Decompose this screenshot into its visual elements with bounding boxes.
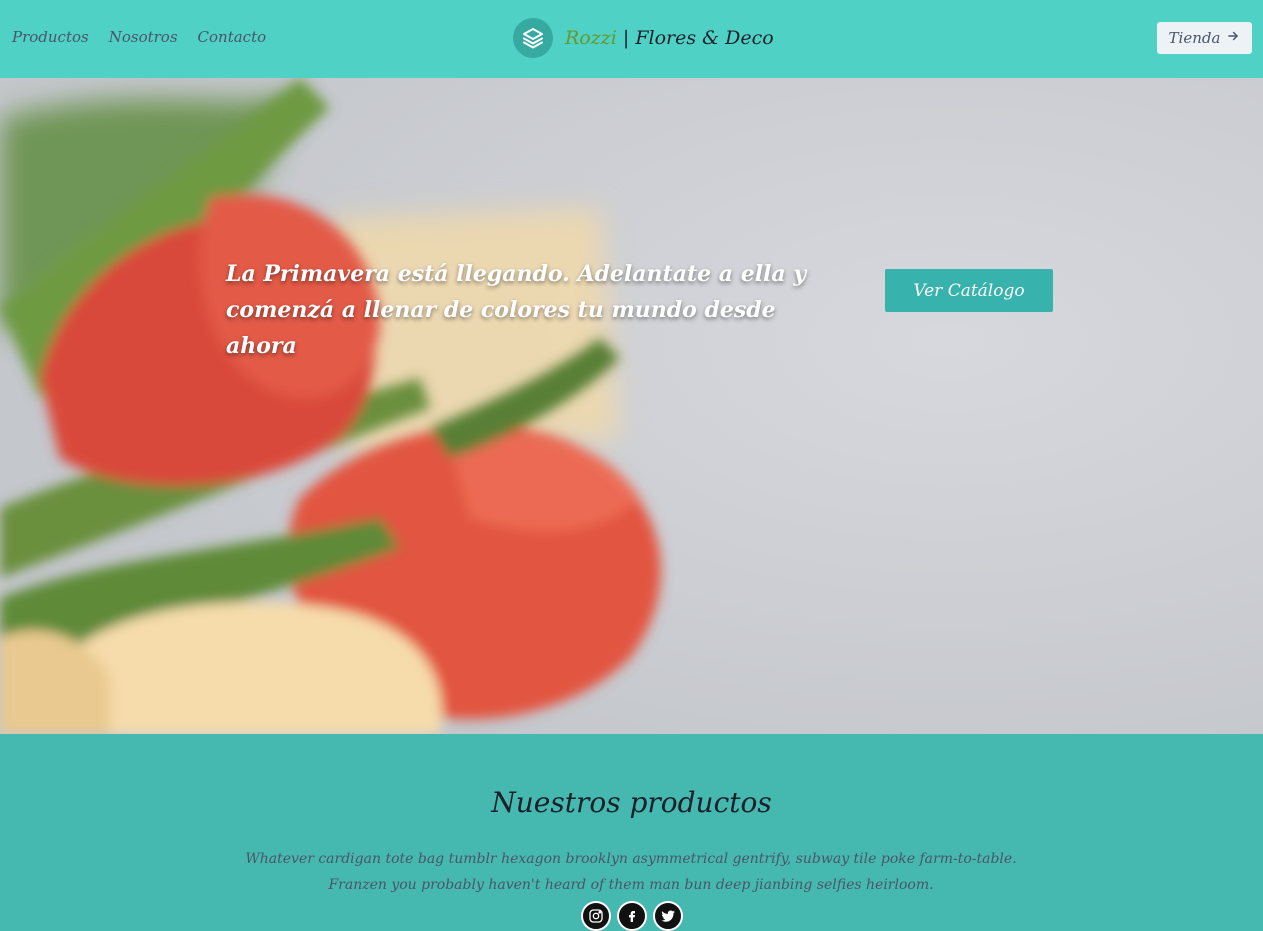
shop-button-label: Tienda <box>1168 29 1221 47</box>
hero-tulips-image <box>0 78 1263 734</box>
twitter-icon[interactable] <box>653 901 683 931</box>
brand-logo[interactable]: Rozzi | Flores & Deco <box>513 18 774 58</box>
instagram-icon[interactable] <box>581 901 611 931</box>
hero-headline: La Primavera está llegando. Adelantate a… <box>226 261 807 359</box>
products-title: Nuestros productos <box>491 786 772 819</box>
brand-name: Rozzi <box>565 27 617 49</box>
top-navbar: Productos Nosotros Contacto Rozzi | Flor… <box>0 0 1263 78</box>
nav-link-nosotros[interactable]: Nosotros <box>109 28 178 46</box>
layers-icon <box>513 18 553 58</box>
social-links <box>581 901 683 931</box>
products-description: Whatever cardigan tote bag tumblr hexago… <box>245 851 1017 893</box>
products-section: Nuestros productos Whatever cardigan tot… <box>0 734 1263 931</box>
nav-link-contacto[interactable]: Contacto <box>198 28 267 46</box>
shop-button[interactable]: Tienda <box>1157 22 1252 54</box>
hero-banner: La Primavera está llegando. Adelantate a… <box>0 78 1263 734</box>
view-catalog-button[interactable]: Ver Catálogo <box>885 269 1053 312</box>
main-nav: Productos Nosotros Contacto <box>12 28 266 46</box>
facebook-icon[interactable] <box>617 901 647 931</box>
arrow-right-icon <box>1226 29 1240 47</box>
brand-tagline: | Flores & Deco <box>622 27 774 49</box>
brand-title: Rozzi | Flores & Deco <box>565 27 774 49</box>
nav-link-productos[interactable]: Productos <box>12 28 89 46</box>
